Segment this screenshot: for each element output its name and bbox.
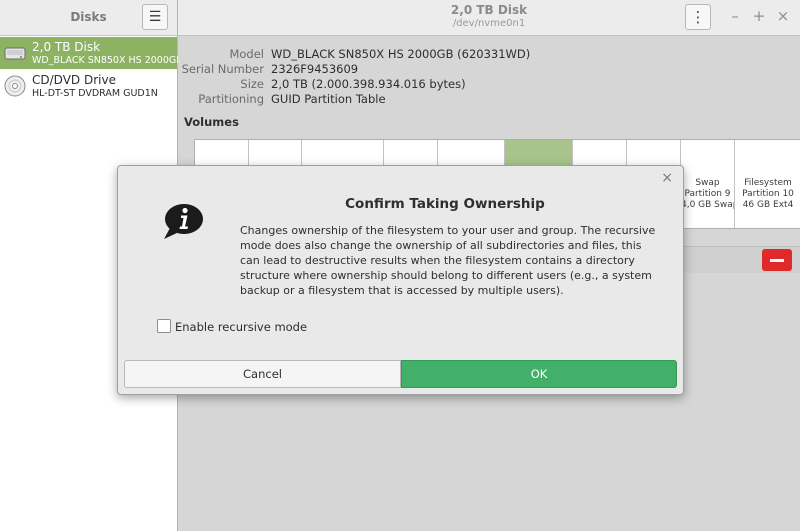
- maximize-button[interactable]: +: [750, 7, 768, 25]
- partitioning-label: Partitioning: [198, 92, 264, 106]
- dialog-close-button[interactable]: ×: [661, 170, 673, 186]
- disk-options-button[interactable]: ⋮: [685, 4, 711, 30]
- ok-button[interactable]: OK: [401, 360, 677, 388]
- serial-label: Serial Number: [181, 62, 264, 76]
- kebab-menu-icon: ⋮: [690, 8, 706, 26]
- sidebar-item-label: 2,0 TB Disk: [32, 40, 101, 54]
- window-close-button[interactable]: ×: [774, 7, 792, 25]
- minimize-button[interactable]: –: [726, 7, 744, 25]
- hard-disk-icon: [4, 47, 26, 60]
- volume-flags: ★▶: [711, 228, 728, 229]
- sidebar-item-sublabel: WD_BLACK SN850X HS 2000GB: [32, 55, 183, 66]
- volume-partition: Partition 9: [684, 189, 731, 199]
- model-label: Model: [229, 47, 264, 61]
- header-bar: 2,0 TB Disk /dev/nvme0n1 ⋮ – + ×: [178, 0, 800, 36]
- volume-segment-filesystem[interactable]: Filesystem Partition 10 46 GB Ext4 ★▶: [735, 140, 800, 228]
- recursive-mode-label[interactable]: Enable recursive mode: [175, 320, 307, 334]
- sidebar-item-optical[interactable]: CD/DVD Drive HL-DT-ST DVDRAM GUD1N: [0, 70, 177, 102]
- volume-size: 4,0 GB Swap: [681, 200, 734, 210]
- menu-button[interactable]: ☰: [142, 4, 168, 30]
- dialog-title: Confirm Taking Ownership: [345, 196, 545, 212]
- size-label: Size: [240, 77, 264, 91]
- sidebar-header: Disks ☰: [0, 0, 177, 36]
- volume-flags: ★▶: [778, 228, 795, 229]
- volume-size: 46 GB Ext4: [742, 200, 794, 210]
- info-speech-bubble-icon: [164, 204, 203, 239]
- volume-type: Filesystem: [744, 178, 792, 188]
- minus-icon: [770, 258, 784, 262]
- size-value: 2,0 TB (2.000.398.934.016 bytes): [271, 77, 466, 91]
- partitioning-value: GUID Partition Table: [271, 92, 386, 106]
- serial-value: 2326F9453609: [271, 62, 359, 76]
- sidebar-item-label: CD/DVD Drive: [32, 73, 116, 87]
- confirm-ownership-dialog: × Confirm Taking Ownership Changes owner…: [117, 165, 684, 395]
- recursive-mode-checkbox[interactable]: [157, 319, 171, 333]
- sidebar-item-sublabel: HL-DT-ST DVDRAM GUD1N: [32, 88, 158, 99]
- dialog-message: Changes ownership of the filesystem to y…: [240, 224, 656, 297]
- volume-segment-swap[interactable]: Swap Partition 9 4,0 GB Swap ★▶: [681, 140, 735, 228]
- remove-partition-button[interactable]: [762, 249, 792, 271]
- sidebar-item-disk[interactable]: 2,0 TB Disk WD_BLACK SN850X HS 2000GB: [0, 37, 183, 69]
- volume-type: Swap: [695, 178, 720, 188]
- volumes-heading: Volumes: [184, 115, 239, 129]
- optical-disc-icon: [4, 75, 26, 97]
- model-value: WD_BLACK SN850X HS 2000GB (620331WD): [271, 47, 531, 61]
- cancel-button[interactable]: Cancel: [124, 360, 401, 388]
- volume-partition: Partition 10: [742, 189, 794, 199]
- hamburger-menu-icon: ☰: [148, 9, 162, 25]
